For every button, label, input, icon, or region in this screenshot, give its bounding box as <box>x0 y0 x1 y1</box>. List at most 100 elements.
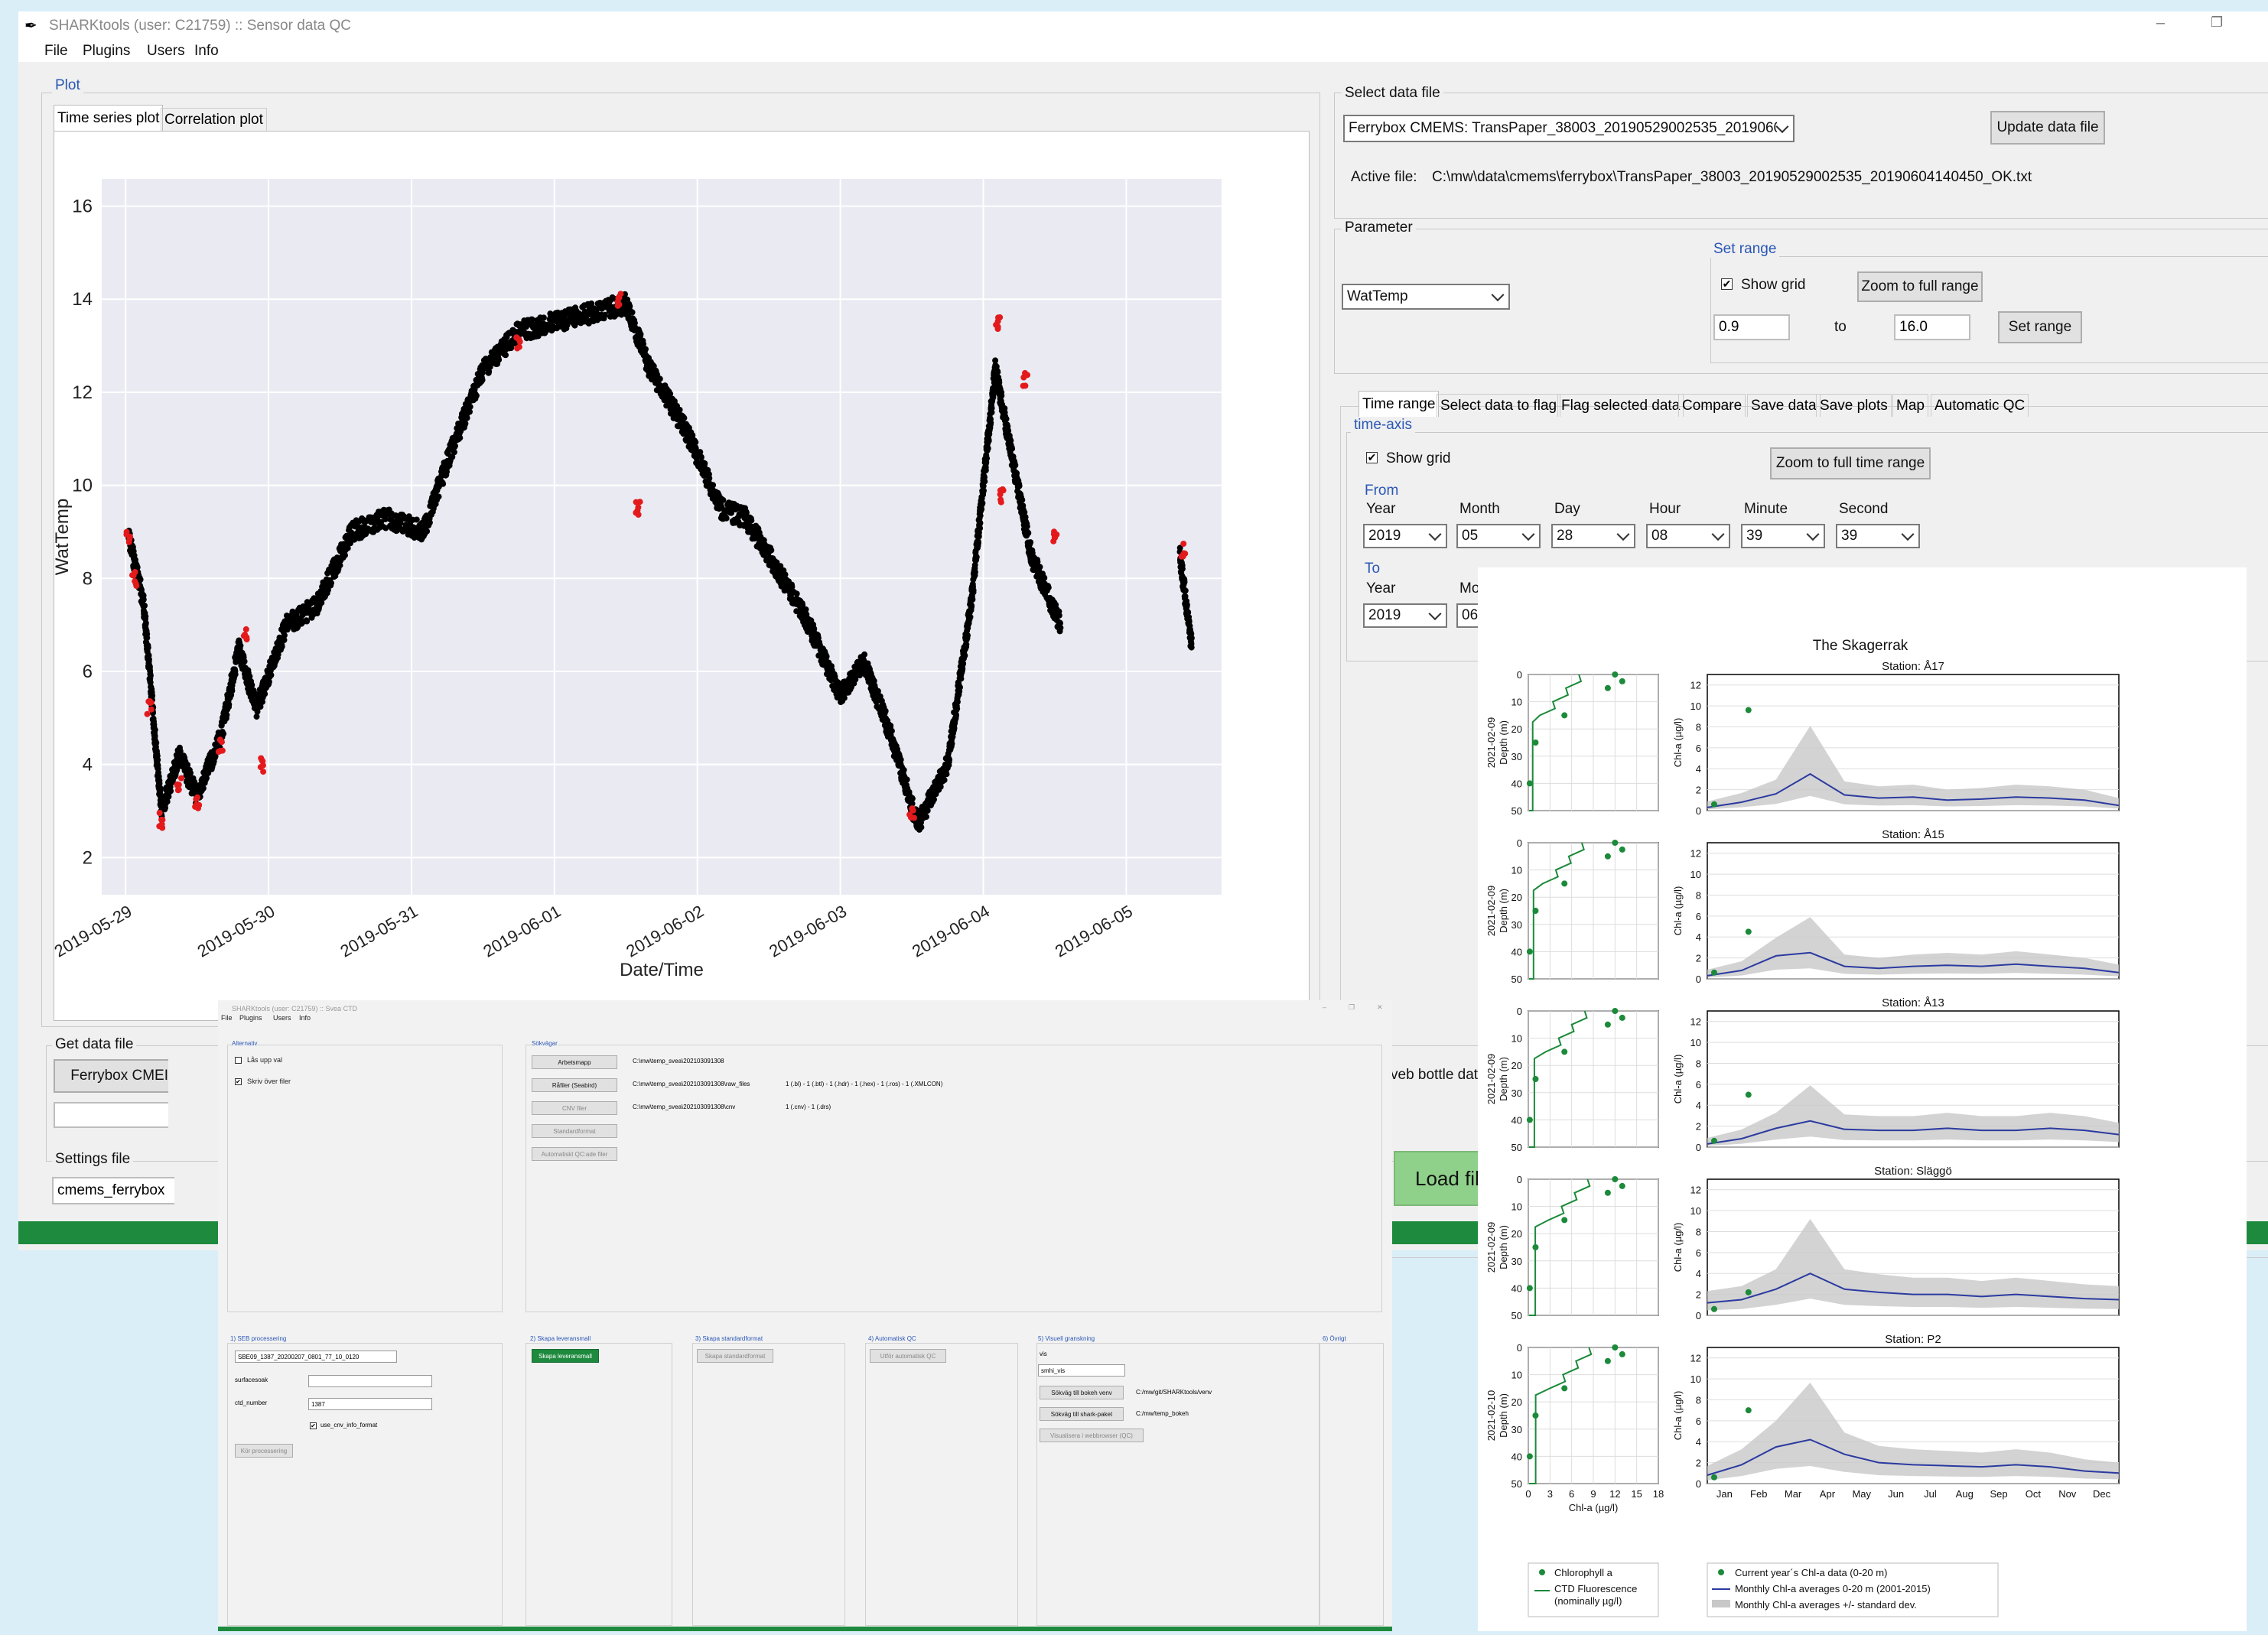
depth-axis-label: Depth (m) <box>1498 889 1509 933</box>
parameter-select[interactable]: WatTemp <box>1342 284 1510 310</box>
sokvag-button-4[interactable]: Automatiskt QC:ade filer <box>532 1147 617 1161</box>
sokvag-button-1[interactable]: Råfiler (Seabird) <box>532 1078 617 1092</box>
chevron-down-icon <box>1806 528 1820 541</box>
skapa-standardformat-button[interactable]: Skapa standardformat <box>697 1349 773 1363</box>
sokvag-button-2[interactable]: CNV filer <box>532 1101 617 1115</box>
data-point <box>1057 624 1064 631</box>
range-from-input[interactable]: 0.9 <box>1713 314 1790 340</box>
legend-ctd: CTD Fluorescence <box>1554 1583 1637 1594</box>
lower-tab-5[interactable]: Save plots <box>1816 394 1892 417</box>
svea-close-icon[interactable]: ✕ <box>1377 1003 1383 1012</box>
ferrybox-cmems-button[interactable]: Ferrybox CMEI <box>54 1059 168 1093</box>
shark-paket-button[interactable]: Sökväg till shark-paket <box>1040 1407 1124 1421</box>
depth-tick-label: 50 <box>1511 805 1522 817</box>
range-to-input[interactable]: 16.0 <box>1894 314 1970 340</box>
seb-file-select[interactable]: SBE09_1387_20200207_0801_77_10_0120 <box>235 1351 397 1363</box>
depth-axis-label: Depth (m) <box>1498 1393 1509 1438</box>
lower-tab-3[interactable]: Compare <box>1678 394 1746 417</box>
svea-menu-info[interactable]: Info <box>299 1014 311 1022</box>
flagged-point <box>909 805 916 812</box>
menu-users[interactable]: Users <box>147 43 185 60</box>
from-day-select[interactable]: 28 <box>1551 524 1635 548</box>
y-tick-label: 8 <box>83 568 93 589</box>
time-series-chart[interactable]: 16 14 12 10 8 6 4 2 2019-05-29 2019-05-30 2019-05-… <box>51 132 1309 1020</box>
set-range-button[interactable]: Set range <box>1998 311 2082 343</box>
visualisera-button[interactable]: Visualisera i webbrowser (QC) <box>1040 1429 1144 1442</box>
lower-tab-1[interactable]: Select data to flag <box>1437 394 1561 417</box>
data-point <box>1023 523 1030 530</box>
show-grid-checkbox[interactable]: ✔ <box>1721 278 1733 290</box>
menu-plugins[interactable]: Plugins <box>83 43 130 60</box>
svea-minimize-icon[interactable]: – <box>1323 1003 1326 1011</box>
y-axis-label: WatTemp <box>54 499 73 575</box>
svea-menu-plugins[interactable]: Plugins <box>239 1014 262 1022</box>
svea-menu-file[interactable]: File <box>221 1014 233 1022</box>
to-year-select[interactable]: 2019 <box>1363 603 1447 628</box>
lower-tab-6[interactable]: Map <box>1892 394 1928 417</box>
month-label: Apr <box>1820 1488 1836 1500</box>
data-point <box>979 499 986 506</box>
data-point <box>897 756 904 763</box>
data-point <box>861 651 868 658</box>
time-show-grid-checkbox[interactable]: ✔ <box>1366 452 1378 463</box>
vis-select[interactable]: smhi_vis <box>1038 1364 1125 1377</box>
depth-tick-label: 10 <box>1511 1033 1522 1045</box>
svea-menu-users[interactable]: Users <box>273 1014 291 1022</box>
skriv-over-filer-checkbox[interactable]: ✔ <box>235 1078 242 1085</box>
title-bar: ✒ SHARKtools (user: C21759) :: Sensor da… <box>18 11 2268 39</box>
from-hour-select[interactable]: 08 <box>1646 524 1730 548</box>
ctd-number-select[interactable]: 1387 <box>308 1398 432 1410</box>
menu-info[interactable]: Info <box>194 43 219 60</box>
figure-title: The Skagerrak <box>1813 638 1908 654</box>
sokvag-button-3[interactable]: Standardformat <box>532 1124 617 1138</box>
chlorophyll-point <box>1532 1412 1539 1419</box>
sokvag-button-0[interactable]: Arbetsmapp <box>532 1055 617 1069</box>
kor-processering-button[interactable]: Kör processering <box>235 1444 293 1458</box>
from-minute-select[interactable]: 39 <box>1741 524 1825 548</box>
lower-tab-4[interactable]: Save data <box>1747 394 1821 417</box>
chla-axis-label: Chl-a (µg/l) <box>1672 886 1684 936</box>
depth-axis-label: Depth (m) <box>1498 1057 1509 1101</box>
menu-file[interactable]: File <box>44 43 68 60</box>
get-data-file-entry[interactable] <box>54 1102 168 1128</box>
flagged-point <box>258 755 265 762</box>
lower-tab-7[interactable]: Automatic QC <box>1931 394 2029 417</box>
tab-correlation[interactable]: Correlation plot <box>161 108 267 131</box>
data-file-select[interactable]: Ferrybox CMEMS: TransPaper_38003_2019052… <box>1343 115 1795 142</box>
use-cnv-checkbox[interactable]: ✔ <box>310 1422 317 1429</box>
chlorophyll-point <box>1526 1117 1533 1123</box>
las-upp-val-checkbox[interactable] <box>235 1057 242 1064</box>
ovrigt-group <box>1319 1343 1384 1626</box>
minimize-icon[interactable]: – <box>2156 15 2165 32</box>
restore-icon[interactable]: ❐ <box>2211 15 2223 31</box>
legend-monthly: Monthly Chl-a averages 0-20 m (2001-2015… <box>1735 1583 1931 1594</box>
lower-tab-label: Save data <box>1751 397 1817 414</box>
data-point <box>954 698 961 705</box>
lower-tab-2[interactable]: Flag selected data <box>1557 394 1684 417</box>
zoom-full-range-button[interactable]: Zoom to full range <box>1857 271 1983 302</box>
lower-tab-0[interactable]: Time range <box>1359 391 1440 417</box>
data-point <box>1003 415 1010 422</box>
zoom-full-time-button[interactable]: Zoom to full time range <box>1770 447 1931 479</box>
bokeh-venv-button[interactable]: Sökväg till bokeh venv <box>1040 1386 1124 1399</box>
data-point <box>237 642 244 649</box>
step5-label: 5) Visuell granskning <box>1038 1335 1095 1342</box>
from-month-select[interactable]: 05 <box>1456 524 1541 548</box>
utfor-automatisk-qc-button[interactable]: Utför automatisk QC <box>870 1349 946 1363</box>
settings-file-entry[interactable]: cmems_ferrybox <box>52 1177 174 1204</box>
chlorophyll-point <box>1604 853 1611 860</box>
flagged-point <box>1053 531 1060 538</box>
use-cnv-label: use_cnv_info_format <box>321 1422 378 1429</box>
chla-axis-label: Chl-a (µg/l) <box>1672 1055 1684 1104</box>
depth-tick-label: 10 <box>1511 1370 1522 1381</box>
skapa-leveransmall-button[interactable]: Skapa leveransmall <box>532 1349 599 1363</box>
data-point <box>496 356 503 363</box>
tab-time-series[interactable]: Time series plot <box>54 105 164 131</box>
surfacesoak-select[interactable] <box>308 1375 432 1387</box>
svea-restore-icon[interactable]: ❐ <box>1349 1003 1355 1012</box>
svea-status-bar <box>218 1627 1392 1631</box>
data-point <box>153 739 160 746</box>
from-year-select[interactable]: 2019 <box>1363 524 1447 548</box>
update-data-file-button[interactable]: Update data file <box>1990 111 2105 145</box>
from-second-select[interactable]: 39 <box>1836 524 1920 548</box>
